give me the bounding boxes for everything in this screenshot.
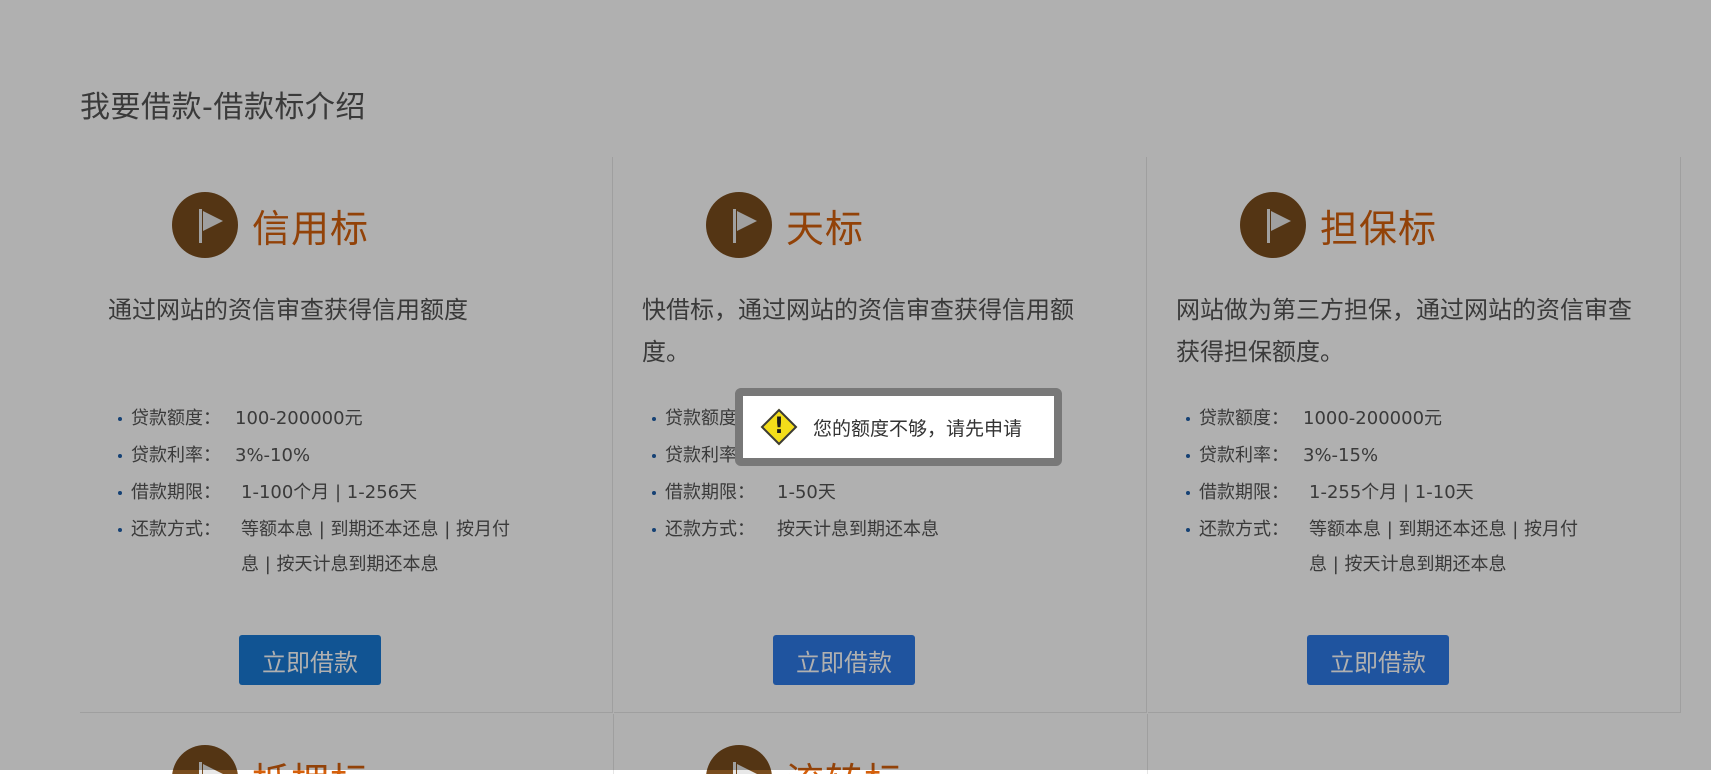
modal-overlay[interactable] <box>0 0 1711 770</box>
warning-icon: ! <box>759 407 799 447</box>
alert-message: 您的额度不够，请先申请 <box>813 414 1022 441</box>
alert-dialog: ! 您的额度不够，请先申请 <box>735 388 1062 466</box>
